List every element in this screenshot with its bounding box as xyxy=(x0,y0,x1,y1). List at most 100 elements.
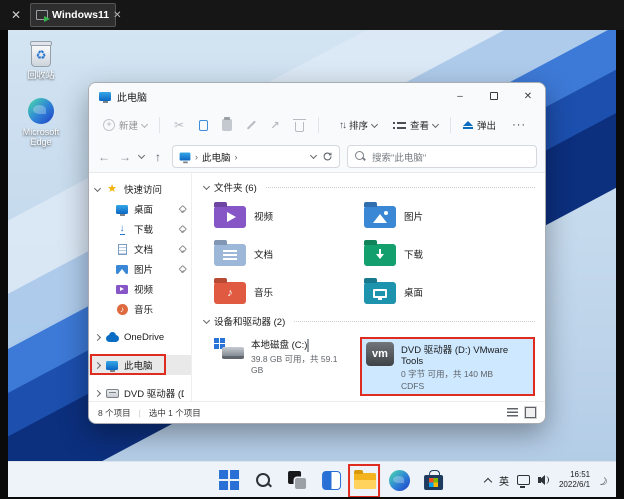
back-button[interactable]: ← xyxy=(97,150,111,164)
up-button[interactable]: ↑ xyxy=(151,150,165,164)
start-button[interactable] xyxy=(217,468,241,492)
sidebar-item-desktop[interactable]: 桌面 xyxy=(89,199,191,219)
network-tray-icon[interactable] xyxy=(517,475,530,485)
folder-tile-desktop[interactable]: 桌面 xyxy=(364,279,514,304)
tray-time: 16:51 xyxy=(559,470,590,480)
vm-tab-title: Windows11 xyxy=(52,9,109,21)
toolbar-separator xyxy=(159,117,160,133)
copy-button[interactable] xyxy=(192,114,214,136)
task-view-button[interactable] xyxy=(285,468,309,492)
close-button[interactable]: ✕ xyxy=(511,83,545,109)
address-dropdown-icon[interactable] xyxy=(310,152,317,159)
drive-name: 本地磁盘 (C:) xyxy=(251,340,307,351)
paste-button[interactable] xyxy=(216,114,238,136)
maximize-button[interactable] xyxy=(477,83,511,109)
dvd-drive-tile[interactable]: vm DVD 驱动器 (D:) VMware Tools 0 字节 可用，共 1… xyxy=(360,337,535,396)
edge-button[interactable] xyxy=(387,468,411,492)
rename-button[interactable] xyxy=(240,114,262,136)
large-icons-view-icon[interactable] xyxy=(525,407,536,418)
desktop-folder-icon xyxy=(364,282,396,304)
new-button[interactable]: + 新建 xyxy=(99,113,151,137)
view-icon xyxy=(393,121,406,130)
local-disk-tile[interactable]: 本地磁盘 (C:) 39.8 GB 可用，共 59.1 GB xyxy=(214,337,344,396)
chevron-down-icon xyxy=(141,120,148,127)
search-input[interactable]: 搜索"此电脑" xyxy=(347,145,537,168)
share-button[interactable]: ↗ xyxy=(264,114,286,136)
sidebar-item-this-pc[interactable]: 此电脑 xyxy=(89,355,191,375)
vm-tab-close-icon[interactable]: ✕ xyxy=(113,10,121,21)
sidebar-item-documents[interactable]: 文档 xyxy=(89,239,191,259)
widgets-button[interactable] xyxy=(319,468,343,492)
taskbar-search-button[interactable] xyxy=(251,468,275,492)
sidebar-item-downloads[interactable]: ↓ 下载 xyxy=(89,219,191,239)
folder-tile-pictures[interactable]: 图片 xyxy=(364,203,514,228)
devices-group-header[interactable]: 设备和驱动器 (2) xyxy=(204,314,535,328)
folder-label: 图片 xyxy=(404,209,423,223)
delete-button[interactable] xyxy=(288,114,310,136)
explorer-titlebar[interactable]: 此电脑 – ✕ xyxy=(89,83,545,109)
details-view-icon[interactable] xyxy=(507,408,518,417)
volume-tray-icon[interactable] xyxy=(538,474,551,486)
vmware-close-icon[interactable]: ✕ xyxy=(8,8,24,22)
minimize-button[interactable]: – xyxy=(443,83,477,109)
chevron-right-icon xyxy=(94,333,101,340)
folder-tile-downloads[interactable]: 下载 xyxy=(364,241,514,266)
pictures-folder-icon xyxy=(364,206,396,228)
tray-date: 2022/6/1 xyxy=(559,480,590,490)
vmware-window: ✕ Windows11 ✕ ♻ 回收站 Microsoft Edge 此电脑 xyxy=(0,0,624,499)
folder-tile-music[interactable]: ♪ 音乐 xyxy=(214,279,364,304)
eject-button[interactable]: 弹出 xyxy=(459,113,500,137)
store-button[interactable] xyxy=(421,468,445,492)
breadcrumb-separator: › xyxy=(235,152,238,162)
pin-icon xyxy=(179,206,185,213)
vm-screen: ♻ 回收站 Microsoft Edge 此电脑 – ✕ + 新建 xyxy=(8,30,616,497)
history-chevron-icon[interactable] xyxy=(138,151,145,158)
cut-button[interactable]: ✂ xyxy=(168,114,190,136)
sidebar-item-quick-access[interactable]: ★ 快速访问 xyxy=(89,179,191,199)
folder-label: 下载 xyxy=(404,247,423,261)
forward-button[interactable]: → xyxy=(118,150,132,164)
desktop-icon-recycle-bin[interactable]: ♻ 回收站 xyxy=(12,43,70,80)
hidden-icons-chevron[interactable] xyxy=(484,477,492,485)
videos-icon xyxy=(116,285,128,294)
folder-label: 文档 xyxy=(254,247,273,261)
sidebar-item-dvd-drive[interactable]: DVD 驱动器 (D:) VM xyxy=(89,383,191,401)
desktop-icon-edge[interactable]: Microsoft Edge xyxy=(12,98,70,148)
copy-icon xyxy=(199,120,208,131)
desktop-icon xyxy=(116,205,128,214)
refresh-icon[interactable] xyxy=(322,151,333,162)
folders-group-header[interactable]: 文件夹 (6) xyxy=(204,180,535,194)
breadcrumb-this-pc[interactable]: 此电脑 xyxy=(202,150,231,164)
sidebar-item-pictures[interactable]: 图片 xyxy=(89,259,191,279)
notification-moon-icon[interactable]: ☾ xyxy=(596,472,611,488)
group-rule xyxy=(294,321,535,322)
edge-icon xyxy=(28,98,54,124)
folder-tile-videos[interactable]: 视频 xyxy=(214,203,364,228)
clock[interactable]: 16:51 2022/6/1 xyxy=(559,470,590,490)
rename-icon xyxy=(246,120,255,129)
file-explorer-window: 此电脑 – ✕ + 新建 ✂ ↗ xyxy=(88,82,546,424)
file-explorer-button[interactable] xyxy=(353,468,377,492)
drive-caption: 39.8 GB 可用，共 59.1 GB xyxy=(251,353,344,375)
folder-tile-documents[interactable]: 文档 xyxy=(214,241,364,266)
downloads-folder-icon xyxy=(364,244,396,266)
disk-usage-bar xyxy=(307,339,309,352)
music-icon: ♪ xyxy=(117,304,128,315)
share-icon: ↗ xyxy=(270,119,279,132)
ime-indicator[interactable]: 英 xyxy=(499,473,509,488)
chevron-down-icon xyxy=(371,120,378,127)
sidebar-item-music[interactable]: ♪ 音乐 xyxy=(89,299,191,319)
vm-tab-windows11[interactable]: Windows11 ✕ xyxy=(30,3,116,27)
drive-filesystem: CDFS xyxy=(401,381,523,391)
view-button[interactable]: 查看 xyxy=(389,113,442,137)
pin-icon xyxy=(179,226,185,233)
more-options-button[interactable]: ··· xyxy=(508,113,530,137)
chevron-down-icon xyxy=(203,182,210,189)
store-icon xyxy=(424,475,443,490)
sidebar-label: 桌面 xyxy=(134,202,153,216)
sidebar-item-videos[interactable]: 视频 xyxy=(89,279,191,299)
sidebar-item-onedrive[interactable]: OneDrive xyxy=(89,327,191,347)
address-bar[interactable]: › 此电脑 › xyxy=(172,145,340,168)
sort-button[interactable]: ↑↓ 排序 xyxy=(335,113,381,137)
pin-icon xyxy=(179,246,185,253)
